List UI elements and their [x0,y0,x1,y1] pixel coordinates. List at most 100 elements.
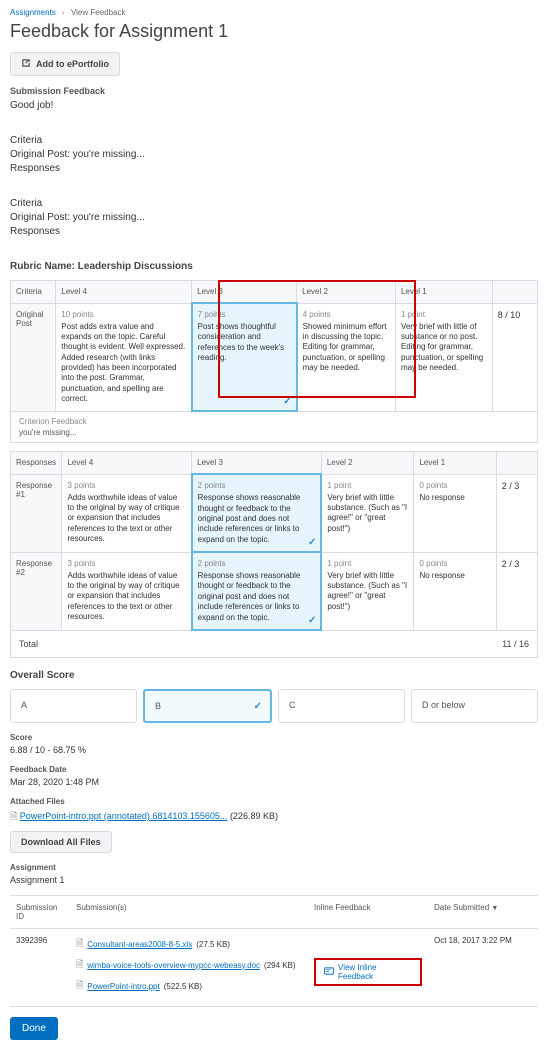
cell-level1[interactable]: 1 point Very brief with little of substa… [395,303,492,411]
level-desc: No response [419,493,464,502]
submission-file-link[interactable]: wimba-voice-tools-overview-mypcc-webeasy… [87,961,260,970]
points-label: 1 point [401,310,487,319]
points-label: 10 points [61,310,185,319]
col-level4: Level 4 [56,281,192,304]
col-submission-id: Submission ID [10,896,70,929]
page-title: Feedback for Assignment 1 [10,21,538,42]
criterion-feedback-label: Criterion Feedback [19,417,529,426]
cell-level4[interactable]: 3 points Adds worthwhile ideas of value … [62,552,192,630]
cell-level2[interactable]: 1 point Very brief with little substance… [321,474,414,552]
eportfolio-icon [21,58,31,70]
points-label: 4 points [303,310,390,319]
rubric-total-bar: Total 11 / 16 [10,631,538,658]
col-level2: Level 2 [321,452,414,475]
breadcrumb-link-assignments[interactable]: Assignments [10,8,56,17]
view-inline-feedback-link[interactable]: View Inline Feedback [324,963,412,981]
file-icon: 🗎 [76,957,83,973]
level-desc: Very brief with little substance. (Such … [327,571,407,611]
points-label: 1 point [327,481,408,490]
file-icon: 🗎 [10,811,17,821]
level-desc: Very brief with little of substance or n… [401,322,483,373]
submissions-table: Submission ID Submission(s) Inline Feedb… [10,895,538,1007]
inline-feedback-label: View Inline Feedback [338,963,412,981]
submission-row: 3392396 🗎 Consultant-areas2008-8-5.xls (… [10,929,538,1007]
check-icon: ✓ [283,396,291,407]
feedback-date-value: Mar 28, 2020 1:48 PM [10,777,538,787]
attached-files-label: Attached Files [10,797,538,806]
cell-level2[interactable]: 1 point Very brief with little substance… [321,552,414,630]
overall-card-b-selected[interactable]: B✓ [143,689,272,723]
level-desc: Post shows thoughtful consideration and … [198,322,284,362]
col-level2: Level 2 [297,281,396,304]
col-level1: Level 1 [395,281,492,304]
level-desc: No response [419,571,464,580]
overall-card-label: D or below [422,700,465,710]
score-value: 6.88 / 10 - 68.75 % [10,745,538,755]
points-label: 0 points [419,481,490,490]
points-label: 3 points [67,481,185,490]
table-header-row: Criteria Level 4 Level 3 Level 2 Level 1 [11,281,538,304]
cell-level4[interactable]: 3 points Adds worthwhile ideas of value … [62,474,192,552]
rubric-table-responses: Responses Level 4 Level 3 Level 2 Level … [10,451,538,631]
criteria-line: Responses [10,163,538,174]
cell-level2[interactable]: 4 points Showed minimum effort in discus… [297,303,396,411]
level-desc: Response shows reasonable thought or fee… [198,571,301,622]
sort-desc-icon: ▼ [491,905,498,912]
col-date-submitted[interactable]: Date Submitted ▼ [428,896,538,929]
rubric-table-original-post: Criteria Level 4 Level 3 Level 2 Level 1… [10,280,538,412]
check-icon: ✓ [308,615,316,626]
breadcrumb-current: View Feedback [71,8,126,17]
col-responses: Responses [11,452,62,475]
check-icon: ✓ [308,537,316,548]
cell-level4[interactable]: 10 points Post adds extra value and expa… [56,303,192,411]
breadcrumb-separator: › [62,8,65,17]
cell-level3-selected[interactable]: 2 points Response shows reasonable thoug… [192,552,322,630]
overall-card-label: A [21,700,27,710]
level-desc: Post adds extra value and expands on the… [61,322,185,404]
rubric-row-response-1: Response #1 3 points Adds worthwhile ide… [11,474,538,552]
overall-card-label: C [289,700,296,710]
file-icon: 🗎 [76,936,83,952]
submission-feedback-text: Good job! [10,100,538,111]
submission-file-link[interactable]: PowerPoint-intro.ppt [87,982,159,991]
submission-files: 🗎 Consultant-areas2008-8-5.xls (27.5 KB)… [70,929,308,1007]
add-to-eportfolio-button[interactable]: Add to ePortfolio [10,52,120,76]
total-label: Total [19,639,38,649]
rubric-row-response-2: Response #2 3 points Adds worthwhile ide… [11,552,538,630]
criteria-line: Original Post: you're missing... [10,212,538,223]
overall-card-label: B [155,701,161,711]
overall-card-d[interactable]: D or below [411,689,538,723]
add-to-eportfolio-label: Add to ePortfolio [36,59,109,69]
download-all-files-button[interactable]: Download All Files [10,831,112,853]
criterion-name: Response #2 [11,552,62,630]
attached-file-link[interactable]: PowerPoint-intro.ppt (annotated).6814103… [20,811,228,821]
overall-card-c[interactable]: C [278,689,405,723]
cell-level3-selected[interactable]: 2 points Response shows reasonable thoug… [192,474,322,552]
done-button[interactable]: Done [10,1017,58,1040]
criterion-score: 2 / 3 [496,552,537,630]
points-label: 2 points [198,481,316,490]
col-criteria: Criteria [11,281,56,304]
assignment-label: Assignment [10,863,538,872]
criterion-score: 8 / 10 [492,303,537,411]
criteria-line: Original Post: you're missing... [10,149,538,160]
criterion-feedback-bar: Criterion Feedback you're missing... [10,412,538,443]
submission-id: 3392396 [10,929,70,1007]
cell-level1[interactable]: 0 points No response [414,552,496,630]
col-score [496,452,537,475]
level-desc: Showed minimum effort in discussing the … [303,322,387,373]
overall-card-a[interactable]: A [10,689,137,723]
col-level3: Level 3 [192,452,322,475]
submission-file-size: (294 KB) [264,961,296,970]
col-inline-feedback: Inline Feedback [308,896,428,929]
criterion-name: Original Post [11,303,56,411]
col-score [492,281,537,304]
overall-score-row: A B✓ C D or below [10,689,538,723]
level-desc: Very brief with little substance. (Such … [327,493,407,533]
check-icon: ✓ [254,701,262,712]
feedback-date-label: Feedback Date [10,765,538,774]
cell-level1[interactable]: 0 points No response [414,474,496,552]
total-value: 11 / 16 [502,639,529,649]
cell-level3-selected[interactable]: 7 points Post shows thoughtful considera… [192,303,297,411]
submission-file-link[interactable]: Consultant-areas2008-8-5.xls [87,940,192,949]
